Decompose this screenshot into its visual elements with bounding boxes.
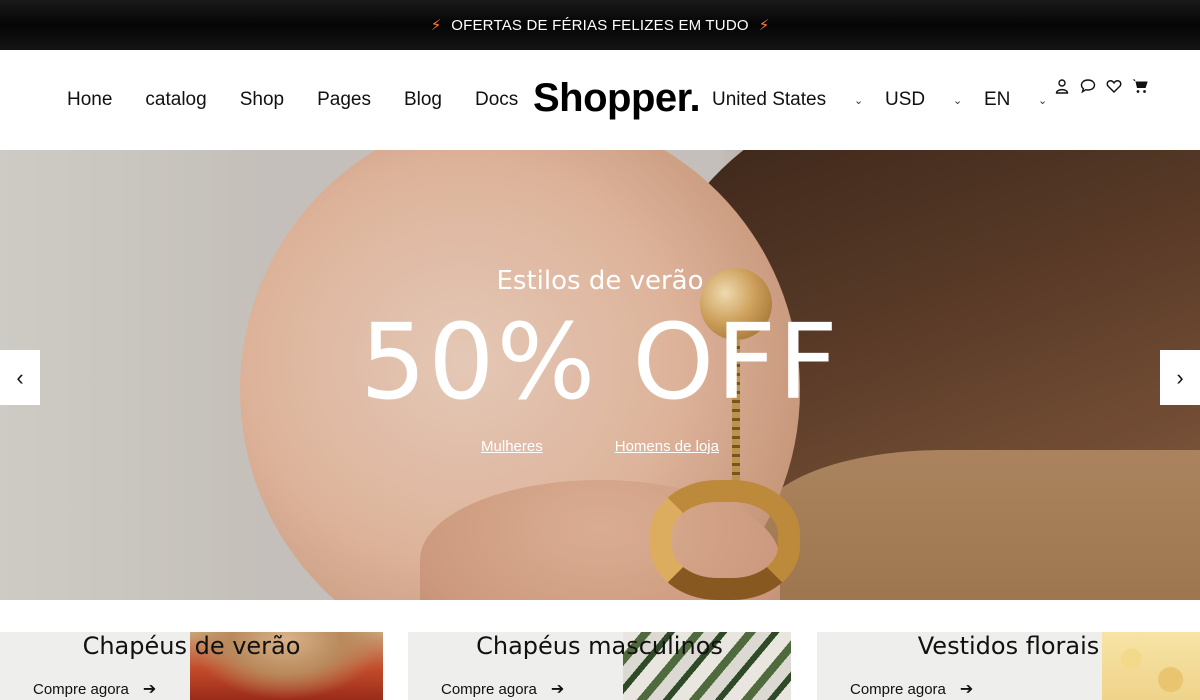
category-card-floral-dresses[interactable]: Vestidos florais Compre agora ➔	[817, 632, 1200, 700]
hero-links: Mulheres Homens de loja	[0, 438, 1200, 455]
nav-item-home[interactable]: Hone	[67, 89, 112, 111]
header-icons	[1054, 78, 1148, 94]
currency-label: USD	[885, 89, 926, 110]
chat-icon[interactable]	[1080, 78, 1096, 94]
category-title: Chapéus masculinos	[476, 632, 723, 660]
category-card-men-hats[interactable]: Chapéus masculinos Compre agora ➔	[408, 632, 791, 700]
shop-now-link[interactable]: Compre agora ➔	[33, 679, 156, 699]
chevron-left-icon: ‹	[16, 364, 24, 390]
site-header: Hone catalog Shop Pages Blog Docs Shoppe…	[0, 50, 1200, 150]
chevron-right-icon: ›	[1176, 364, 1184, 390]
country-label: United States	[712, 89, 827, 110]
country-selector[interactable]: United States ⌄	[712, 50, 863, 150]
promo-text: OFERTAS DE FÉRIAS FELIZES EM TUDO	[451, 16, 749, 34]
category-title: Chapéus de verão	[82, 632, 301, 660]
category-card-summer-hats[interactable]: Chapéus de verão Compre agora ➔	[0, 632, 383, 700]
arrow-right-icon: ➔	[142, 681, 157, 698]
shop-now-label: Compre agora	[33, 680, 129, 698]
currency-selector[interactable]: USD ⌄	[885, 50, 962, 150]
nav-item-shop[interactable]: Shop	[240, 89, 284, 111]
category-title: Vestidos florais	[917, 632, 1100, 660]
chevron-down-icon: ⌄	[1038, 95, 1048, 107]
nav-item-docs[interactable]: Docs	[475, 89, 518, 111]
user-icon[interactable]	[1054, 78, 1070, 94]
shop-now-label: Compre agora	[441, 680, 537, 698]
chevron-down-icon: ⌄	[953, 95, 963, 107]
shop-now-link[interactable]: Compre agora ➔	[441, 679, 564, 699]
slider-prev-button[interactable]: ‹	[0, 350, 40, 405]
bolt-icon: ⚡	[758, 16, 770, 34]
cart-icon[interactable]	[1132, 78, 1148, 94]
shop-now-label: Compre agora	[850, 680, 946, 698]
heart-icon[interactable]	[1106, 78, 1122, 94]
hero-title: 50% OFF	[360, 301, 840, 423]
chevron-down-icon: ⌄	[854, 95, 864, 107]
slider-next-button[interactable]: ›	[1160, 350, 1200, 405]
bolt-icon: ⚡	[430, 16, 442, 34]
hero-link-men[interactable]: Homens de loja	[615, 438, 719, 455]
language-selector[interactable]: EN ⌄	[984, 50, 1047, 150]
hero-subtitle: Estilos de verão	[496, 266, 704, 296]
arrow-right-icon: ➔	[550, 681, 565, 698]
nav-item-catalog[interactable]: catalog	[145, 89, 206, 111]
hero-banner: Estilos de verão 50% OFF Mulheres Homens…	[0, 150, 1200, 600]
category-cards: Chapéus de verão Compre agora ➔ Chapéus …	[0, 632, 1200, 700]
hero-link-women[interactable]: Mulheres	[481, 438, 543, 455]
main-nav: Hone catalog Shop Pages Blog Docs	[67, 50, 518, 150]
brand-logo[interactable]: Shopper.	[533, 76, 701, 121]
shop-now-link[interactable]: Compre agora ➔	[850, 679, 973, 699]
promo-bar: ⚡ OFERTAS DE FÉRIAS FELIZES EM TUDO ⚡	[0, 0, 1200, 50]
language-label: EN	[984, 89, 1011, 110]
arrow-right-icon: ➔	[959, 681, 974, 698]
nav-item-blog[interactable]: Blog	[404, 89, 442, 111]
nav-item-pages[interactable]: Pages	[317, 89, 371, 111]
